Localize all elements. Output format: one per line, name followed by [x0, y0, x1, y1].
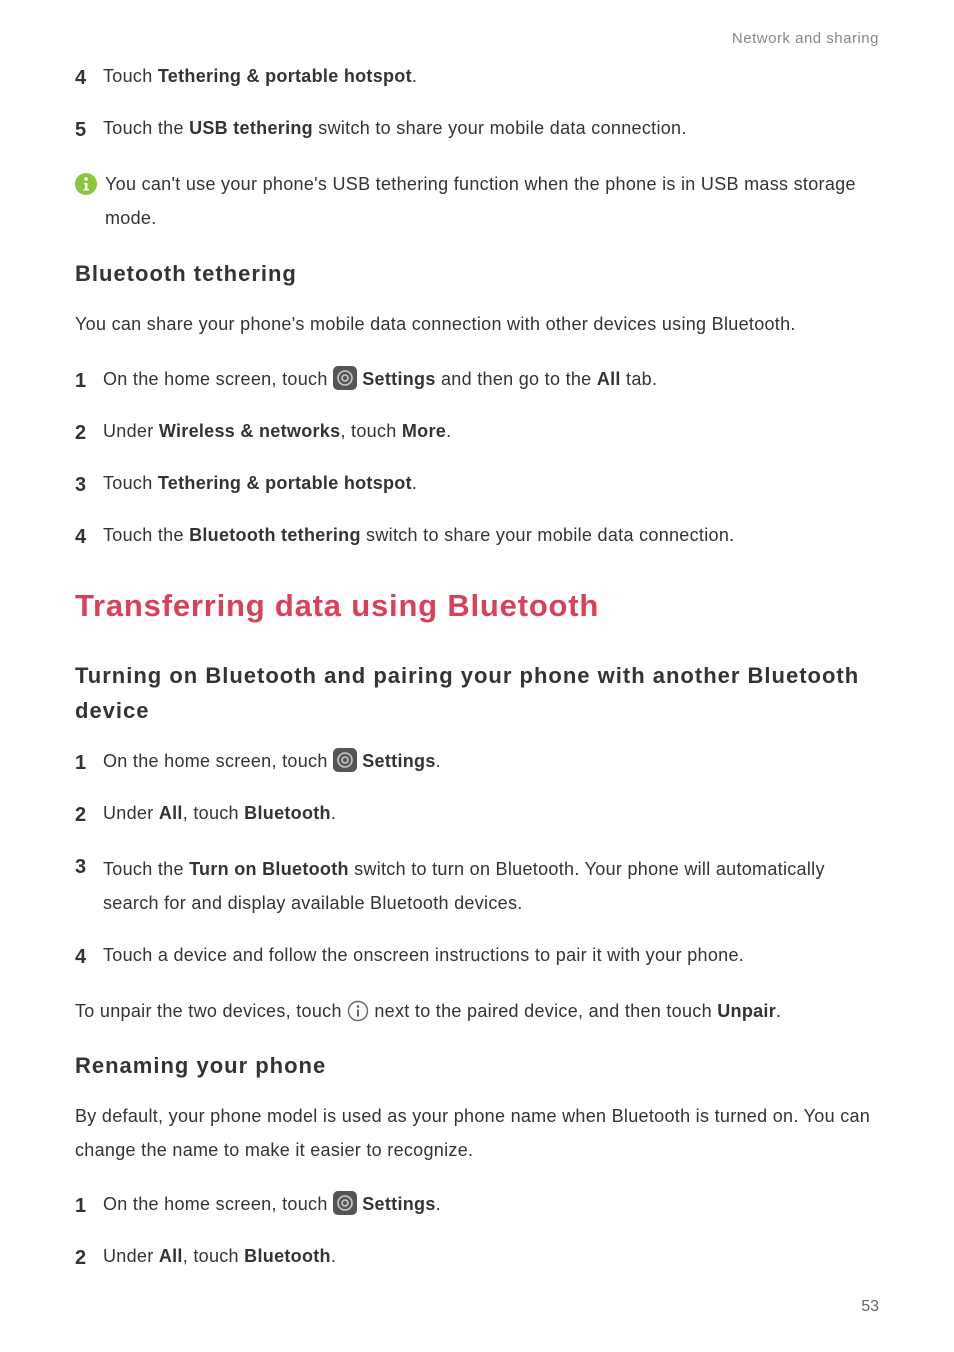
text: Touch the	[103, 525, 189, 545]
bold-text: Wireless & networks	[159, 421, 341, 441]
rename-heading: Renaming your phone	[75, 1053, 879, 1079]
rename-step-1: 1 On the home screen, touch Settings.	[75, 1191, 879, 1221]
bt-tether-step-1: 1 On the home screen, touch Settings and…	[75, 366, 879, 396]
step-body: Under All, touch Bluetooth.	[103, 1243, 879, 1273]
bold-text: All	[159, 1246, 183, 1266]
text: Touch	[103, 66, 158, 86]
usb-step-4: 4 Touch Tethering & portable hotspot.	[75, 63, 879, 93]
step-body: Under Wireless & networks, touch More.	[103, 418, 879, 448]
settings-icon	[333, 1191, 357, 1215]
text: tab.	[621, 369, 658, 389]
step-number: 2	[75, 800, 97, 830]
bold-text: All	[597, 369, 621, 389]
info-icon	[75, 173, 97, 195]
bold-text: Bluetooth tethering	[189, 525, 361, 545]
step-number: 4	[75, 63, 97, 93]
bold-text: Turn on Bluetooth	[189, 859, 349, 879]
text: Under	[103, 421, 159, 441]
text: .	[331, 803, 336, 823]
bold-text: Bluetooth	[244, 803, 331, 823]
bold-text: Settings	[362, 369, 435, 389]
step-number: 2	[75, 1243, 97, 1273]
step-number: 2	[75, 418, 97, 448]
info-text: You can't use your phone's USB tethering…	[105, 167, 879, 235]
rename-intro: By default, your phone model is used as …	[75, 1099, 879, 1167]
text: .	[436, 1194, 441, 1214]
unpair-text: To unpair the two devices, touch next to…	[75, 994, 879, 1028]
step-body: Touch the USB tethering switch to share …	[103, 115, 879, 145]
usb-step-5: 5 Touch the USB tethering switch to shar…	[75, 115, 879, 145]
header-section-text: Network and sharing	[732, 30, 879, 47]
bt-tether-intro: You can share your phone's mobile data c…	[75, 307, 879, 341]
text: next to the paired device, and then touc…	[374, 1001, 717, 1021]
step-body: Touch a device and follow the onscreen i…	[103, 942, 879, 972]
text: .	[446, 421, 451, 441]
bold-text: USB tethering	[189, 118, 313, 138]
text: switch to share your mobile data connect…	[313, 118, 687, 138]
step-number: 4	[75, 522, 97, 552]
pairing-heading: Turning on Bluetooth and pairing your ph…	[75, 658, 879, 728]
settings-icon	[333, 366, 357, 390]
text: To unpair the two devices, touch	[75, 1001, 347, 1021]
rename-step-2: 2 Under All, touch Bluetooth.	[75, 1243, 879, 1273]
text: .	[436, 751, 441, 771]
bold-text: Settings	[362, 751, 435, 771]
transfer-bt-heading: Transferring data using Bluetooth	[75, 588, 879, 624]
step-body: On the home screen, touch Settings.	[103, 748, 879, 778]
text: Under	[103, 1246, 159, 1266]
step-number: 1	[75, 1191, 97, 1221]
bold-text: Tethering & portable hotspot	[158, 66, 412, 86]
settings-icon	[333, 748, 357, 772]
bt-tethering-heading: Bluetooth tethering	[75, 261, 879, 287]
bt-tether-step-4: 4 Touch the Bluetooth tethering switch t…	[75, 522, 879, 552]
bold-text: Settings	[362, 1194, 435, 1214]
pairing-step-2: 2 Under All, touch Bluetooth.	[75, 800, 879, 830]
step-number: 3	[75, 470, 97, 500]
page-header: Network and sharing	[75, 30, 879, 47]
bt-tether-step-3: 3 Touch Tethering & portable hotspot.	[75, 470, 879, 500]
text: On the home screen, touch	[103, 1194, 333, 1214]
text: .	[412, 473, 417, 493]
text: .	[331, 1246, 336, 1266]
step-body: Touch Tethering & portable hotspot.	[103, 63, 879, 93]
bt-tether-step-2: 2 Under Wireless & networks, touch More.	[75, 418, 879, 448]
pairing-step-4: 4 Touch a device and follow the onscreen…	[75, 942, 879, 972]
text: Touch the	[103, 118, 189, 138]
step-body: On the home screen, touch Settings and t…	[103, 366, 879, 396]
pairing-step-1: 1 On the home screen, touch Settings.	[75, 748, 879, 778]
text: Touch	[103, 473, 158, 493]
step-body: Touch the Turn on Bluetooth switch to tu…	[103, 852, 879, 920]
text: switch to share your mobile data connect…	[361, 525, 735, 545]
bold-text: All	[159, 803, 183, 823]
step-number: 3	[75, 852, 97, 920]
text: and then go to the	[436, 369, 597, 389]
pairing-step-3: 3 Touch the Turn on Bluetooth switch to …	[75, 852, 879, 920]
step-number: 1	[75, 366, 97, 396]
text: Touch the	[103, 859, 189, 879]
step-number: 1	[75, 748, 97, 778]
info-icon-wrap	[75, 167, 103, 235]
step-body: Under All, touch Bluetooth.	[103, 800, 879, 830]
text: .	[776, 1001, 781, 1021]
bold-text: Tethering & portable hotspot	[158, 473, 412, 493]
info-note: You can't use your phone's USB tethering…	[75, 167, 879, 235]
step-number: 4	[75, 942, 97, 972]
text: , touch	[340, 421, 401, 441]
bold-text: More	[402, 421, 446, 441]
bold-text: Bluetooth	[244, 1246, 331, 1266]
text: Under	[103, 803, 159, 823]
text: On the home screen, touch	[103, 751, 333, 771]
text: , touch	[183, 803, 244, 823]
text: , touch	[183, 1246, 244, 1266]
info-outline-icon	[347, 1000, 369, 1022]
step-body: Touch the Bluetooth tethering switch to …	[103, 522, 879, 552]
step-body: Touch Tethering & portable hotspot.	[103, 470, 879, 500]
step-body: On the home screen, touch Settings.	[103, 1191, 879, 1221]
text: .	[412, 66, 417, 86]
bold-text: Unpair	[717, 1001, 776, 1021]
page-number: 53	[861, 1298, 879, 1316]
text: On the home screen, touch	[103, 369, 333, 389]
step-number: 5	[75, 115, 97, 145]
